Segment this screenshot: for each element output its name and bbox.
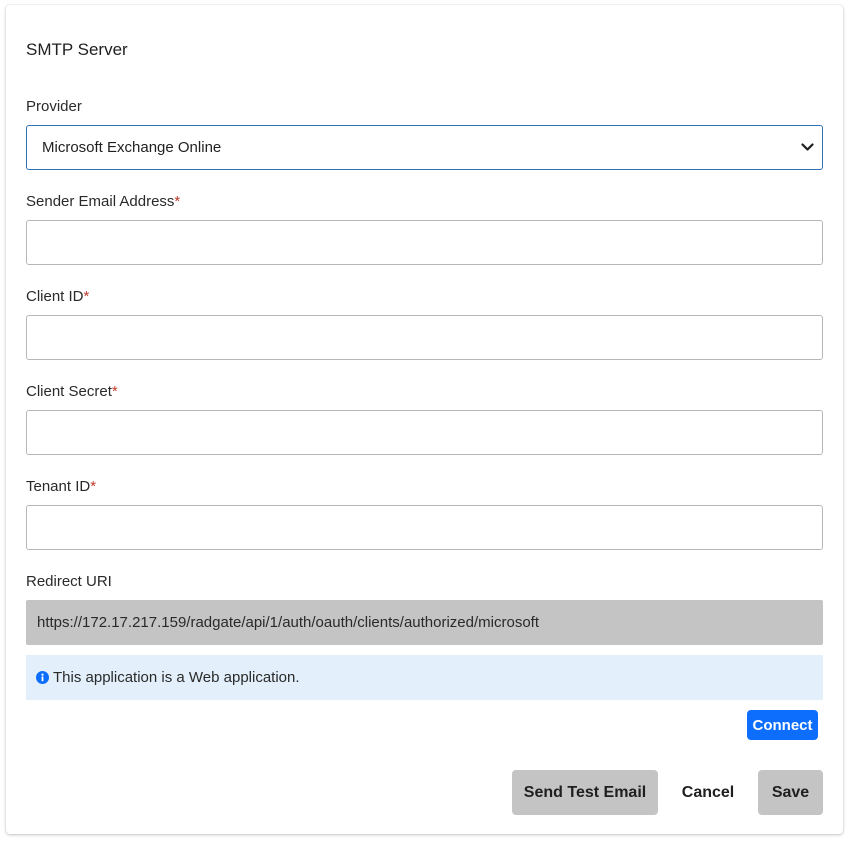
provider-label-text: Provider	[26, 98, 82, 115]
info-alert: This application is a Web application.	[26, 655, 823, 700]
required-asterisk: *	[174, 193, 181, 210]
smtp-server-card: SMTP Server Provider Microsoft Exchange …	[6, 5, 843, 834]
required-asterisk: *	[83, 288, 90, 305]
tenant-id-label-text: Tenant ID	[26, 478, 91, 495]
save-button[interactable]: Save	[758, 770, 823, 815]
info-message: This application is a Web application.	[53, 669, 300, 686]
info-circle-icon	[36, 671, 49, 684]
provider-selected-value: Microsoft Exchange Online	[42, 139, 222, 156]
provider-label: Provider	[26, 98, 82, 115]
connect-button[interactable]: Connect	[747, 710, 818, 740]
redirect-uri-value: https://172.17.217.159/radgate/api/1/aut…	[37, 614, 540, 631]
send-test-email-button[interactable]: Send Test Email	[512, 770, 658, 815]
client-id-input[interactable]	[26, 315, 823, 360]
client-id-label-text: Client ID	[26, 288, 84, 305]
tenant-id-input[interactable]	[26, 505, 823, 550]
client-secret-label: Client Secret*	[26, 383, 118, 400]
sender-email-input[interactable]	[26, 220, 823, 265]
client-secret-input[interactable]	[26, 410, 823, 455]
sender-email-label: Sender Email Address*	[26, 193, 180, 210]
redirect-uri-label: Redirect URI	[26, 573, 112, 590]
required-asterisk: *	[90, 478, 97, 495]
required-asterisk: *	[111, 383, 118, 400]
chevron-down-icon	[798, 139, 816, 157]
client-secret-label-text: Client Secret	[26, 383, 112, 400]
page-title: SMTP Server	[26, 40, 128, 59]
client-id-label: Client ID*	[26, 288, 89, 305]
provider-select[interactable]: Microsoft Exchange Online	[26, 125, 823, 170]
cancel-button[interactable]: Cancel	[670, 770, 746, 815]
tenant-id-label: Tenant ID*	[26, 478, 96, 495]
redirect-uri-field[interactable]: https://172.17.217.159/radgate/api/1/aut…	[26, 600, 823, 645]
sender-email-label-text: Sender Email Address	[26, 193, 175, 210]
